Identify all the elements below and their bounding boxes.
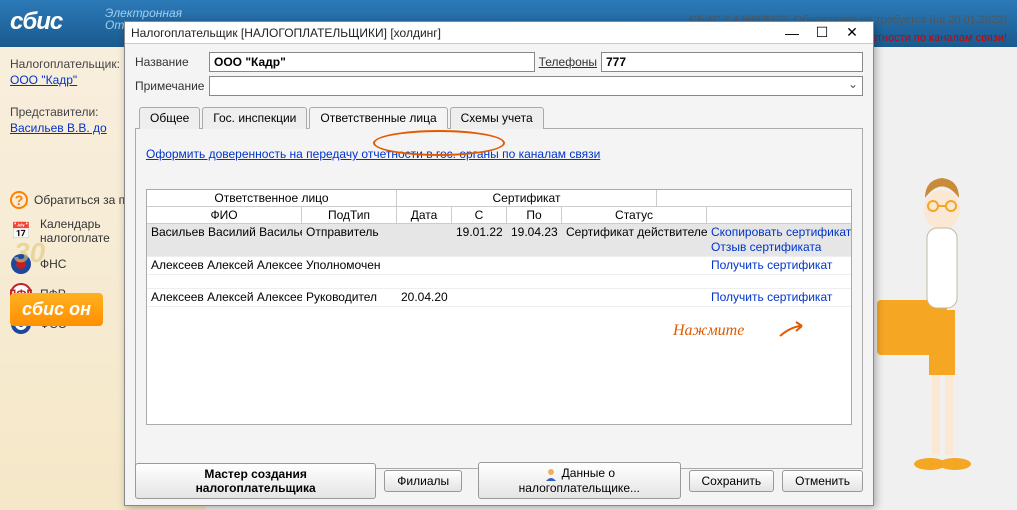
tab-responsible[interactable]: Ответственные лица bbox=[309, 107, 447, 129]
close-button[interactable]: ✕ bbox=[837, 24, 867, 41]
wizard-button[interactable]: Мастер создания налогоплательщика bbox=[135, 463, 376, 499]
col-to[interactable]: По bbox=[507, 207, 562, 223]
responsible-grid: Ответственное лицо Сертификат ФИО ПодТип… bbox=[146, 189, 852, 425]
group-header-person: Ответственное лицо bbox=[147, 190, 397, 207]
col-type[interactable]: ПодТип bbox=[302, 207, 397, 223]
decor-30: 30 bbox=[14, 237, 45, 269]
group-header-cert: Сертификат bbox=[397, 190, 657, 207]
branches-button[interactable]: Филиалы bbox=[384, 470, 462, 492]
phones-label: Телефоны bbox=[539, 55, 597, 69]
cancel-button[interactable]: Отменить bbox=[782, 470, 863, 492]
revoke-cert-link[interactable]: Отзыв сертификата bbox=[711, 240, 847, 255]
table-row[interactable]: Алексеев Алексей Алексее Руководител 20.… bbox=[147, 289, 851, 307]
table-row[interactable]: Алексеев Алексей Алексее Уполномочен Пол… bbox=[147, 257, 851, 275]
data-button[interactable]: Данные о налогоплательщике... bbox=[478, 462, 680, 499]
tab-content: Оформить доверенность на передачу отчетн… bbox=[135, 129, 863, 469]
save-button[interactable]: Сохранить bbox=[689, 470, 775, 492]
illustration-woman bbox=[867, 170, 987, 500]
copy-cert-link[interactable]: Скопировать сертификат bbox=[711, 225, 847, 240]
get-cert-link[interactable]: Получить сертификат bbox=[711, 290, 847, 305]
name-input[interactable] bbox=[209, 52, 535, 72]
person-icon bbox=[544, 467, 558, 481]
col-from[interactable]: С bbox=[452, 207, 507, 223]
group-header-actions bbox=[657, 190, 851, 207]
col-date[interactable]: Дата bbox=[397, 207, 452, 223]
table-row[interactable] bbox=[147, 275, 851, 289]
sbis-online-button[interactable]: сбис он bbox=[10, 293, 103, 326]
col-status[interactable]: Статус bbox=[562, 207, 707, 223]
get-cert-link[interactable]: Получить сертификат bbox=[711, 258, 847, 273]
taxpayer-dialog: Налогоплательщик [НАЛОГОПЛАТЕЛЬЩИКИ] [хо… bbox=[124, 21, 874, 506]
name-label: Название bbox=[135, 55, 205, 69]
tab-general[interactable]: Общее bbox=[139, 107, 200, 129]
col-actions bbox=[707, 207, 851, 223]
dialog-title: Налогоплательщик [НАЛОГОПЛАТЕЛЬЩИКИ] [хо… bbox=[131, 26, 777, 40]
note-label: Примечание bbox=[135, 79, 205, 93]
maximize-button[interactable]: ☐ bbox=[807, 24, 837, 41]
headset-icon: ? bbox=[10, 191, 28, 209]
note-combo[interactable] bbox=[209, 76, 863, 96]
app-logo: сбис bbox=[10, 8, 62, 36]
tab-inspections[interactable]: Гос. инспекции bbox=[202, 107, 307, 129]
tab-bar: Общее Гос. инспекции Ответственные лица … bbox=[135, 106, 863, 129]
contact-label: Обратиться за п bbox=[34, 193, 125, 207]
tab-schemes[interactable]: Схемы учета bbox=[450, 107, 544, 129]
col-fio[interactable]: ФИО bbox=[147, 207, 302, 223]
minimize-button[interactable]: — bbox=[777, 25, 807, 41]
power-of-attorney-link[interactable]: Оформить доверенность на передачу отчетн… bbox=[146, 147, 600, 161]
dialog-button-bar: Мастер создания налогоплательщика Филиал… bbox=[125, 462, 873, 499]
table-row[interactable]: Васильев Василий Василье Отправитель 19.… bbox=[147, 224, 851, 257]
warning-line: етности по каналам связи! bbox=[871, 32, 1007, 44]
dialog-titlebar: Налогоплательщик [НАЛОГОПЛАТЕЛЬЩИКИ] [хо… bbox=[125, 22, 873, 44]
phones-input[interactable] bbox=[601, 52, 863, 72]
